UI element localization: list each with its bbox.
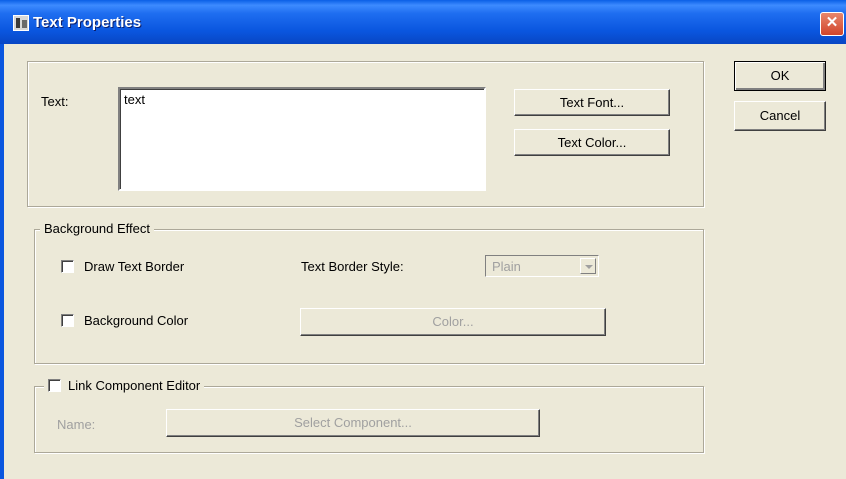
dialog-body: Text: text Text Font... Text Color... OK… xyxy=(0,44,846,479)
select-component-label: Select Component... xyxy=(294,415,412,430)
text-font-label: Text Font... xyxy=(559,95,625,110)
name-label: Name: xyxy=(57,417,96,432)
background-color-checkbox[interactable] xyxy=(61,314,74,327)
app-icon xyxy=(13,15,29,31)
text-color-label: Text Color... xyxy=(557,135,627,150)
text-color-button[interactable]: Text Color... xyxy=(514,129,670,156)
text-font-button[interactable]: Text Font... xyxy=(514,89,670,116)
color-button[interactable]: Color... xyxy=(300,308,606,336)
background-effect-group xyxy=(34,229,704,364)
background-color-label: Background Color xyxy=(84,313,189,328)
text-label: Text: xyxy=(41,94,69,109)
text-border-style-label: Text Border Style: xyxy=(301,259,404,274)
background-effect-legend: Background Effect xyxy=(40,221,154,236)
close-button[interactable]: ✕ xyxy=(820,12,844,36)
ok-button[interactable]: OK xyxy=(734,61,826,91)
text-border-style-value: Plain xyxy=(492,259,521,274)
chevron-down-icon xyxy=(580,258,596,274)
ok-label: OK xyxy=(770,68,790,83)
color-button-label: Color... xyxy=(432,314,474,329)
link-component-legend: Link Component Editor xyxy=(44,378,205,393)
select-component-button[interactable]: Select Component... xyxy=(166,409,540,437)
title-bar: Text Properties ✕ xyxy=(0,0,846,44)
window-title: Text Properties xyxy=(33,14,142,31)
draw-text-border-checkbox[interactable] xyxy=(61,260,74,273)
cancel-label: Cancel xyxy=(759,108,801,123)
link-component-label: Link Component Editor xyxy=(68,378,201,393)
text-input[interactable]: text xyxy=(118,87,486,191)
link-component-checkbox[interactable] xyxy=(48,379,61,392)
draw-text-border-label: Draw Text Border xyxy=(84,259,185,274)
text-border-style-select[interactable]: Plain xyxy=(485,255,599,277)
cancel-button[interactable]: Cancel xyxy=(734,101,826,131)
